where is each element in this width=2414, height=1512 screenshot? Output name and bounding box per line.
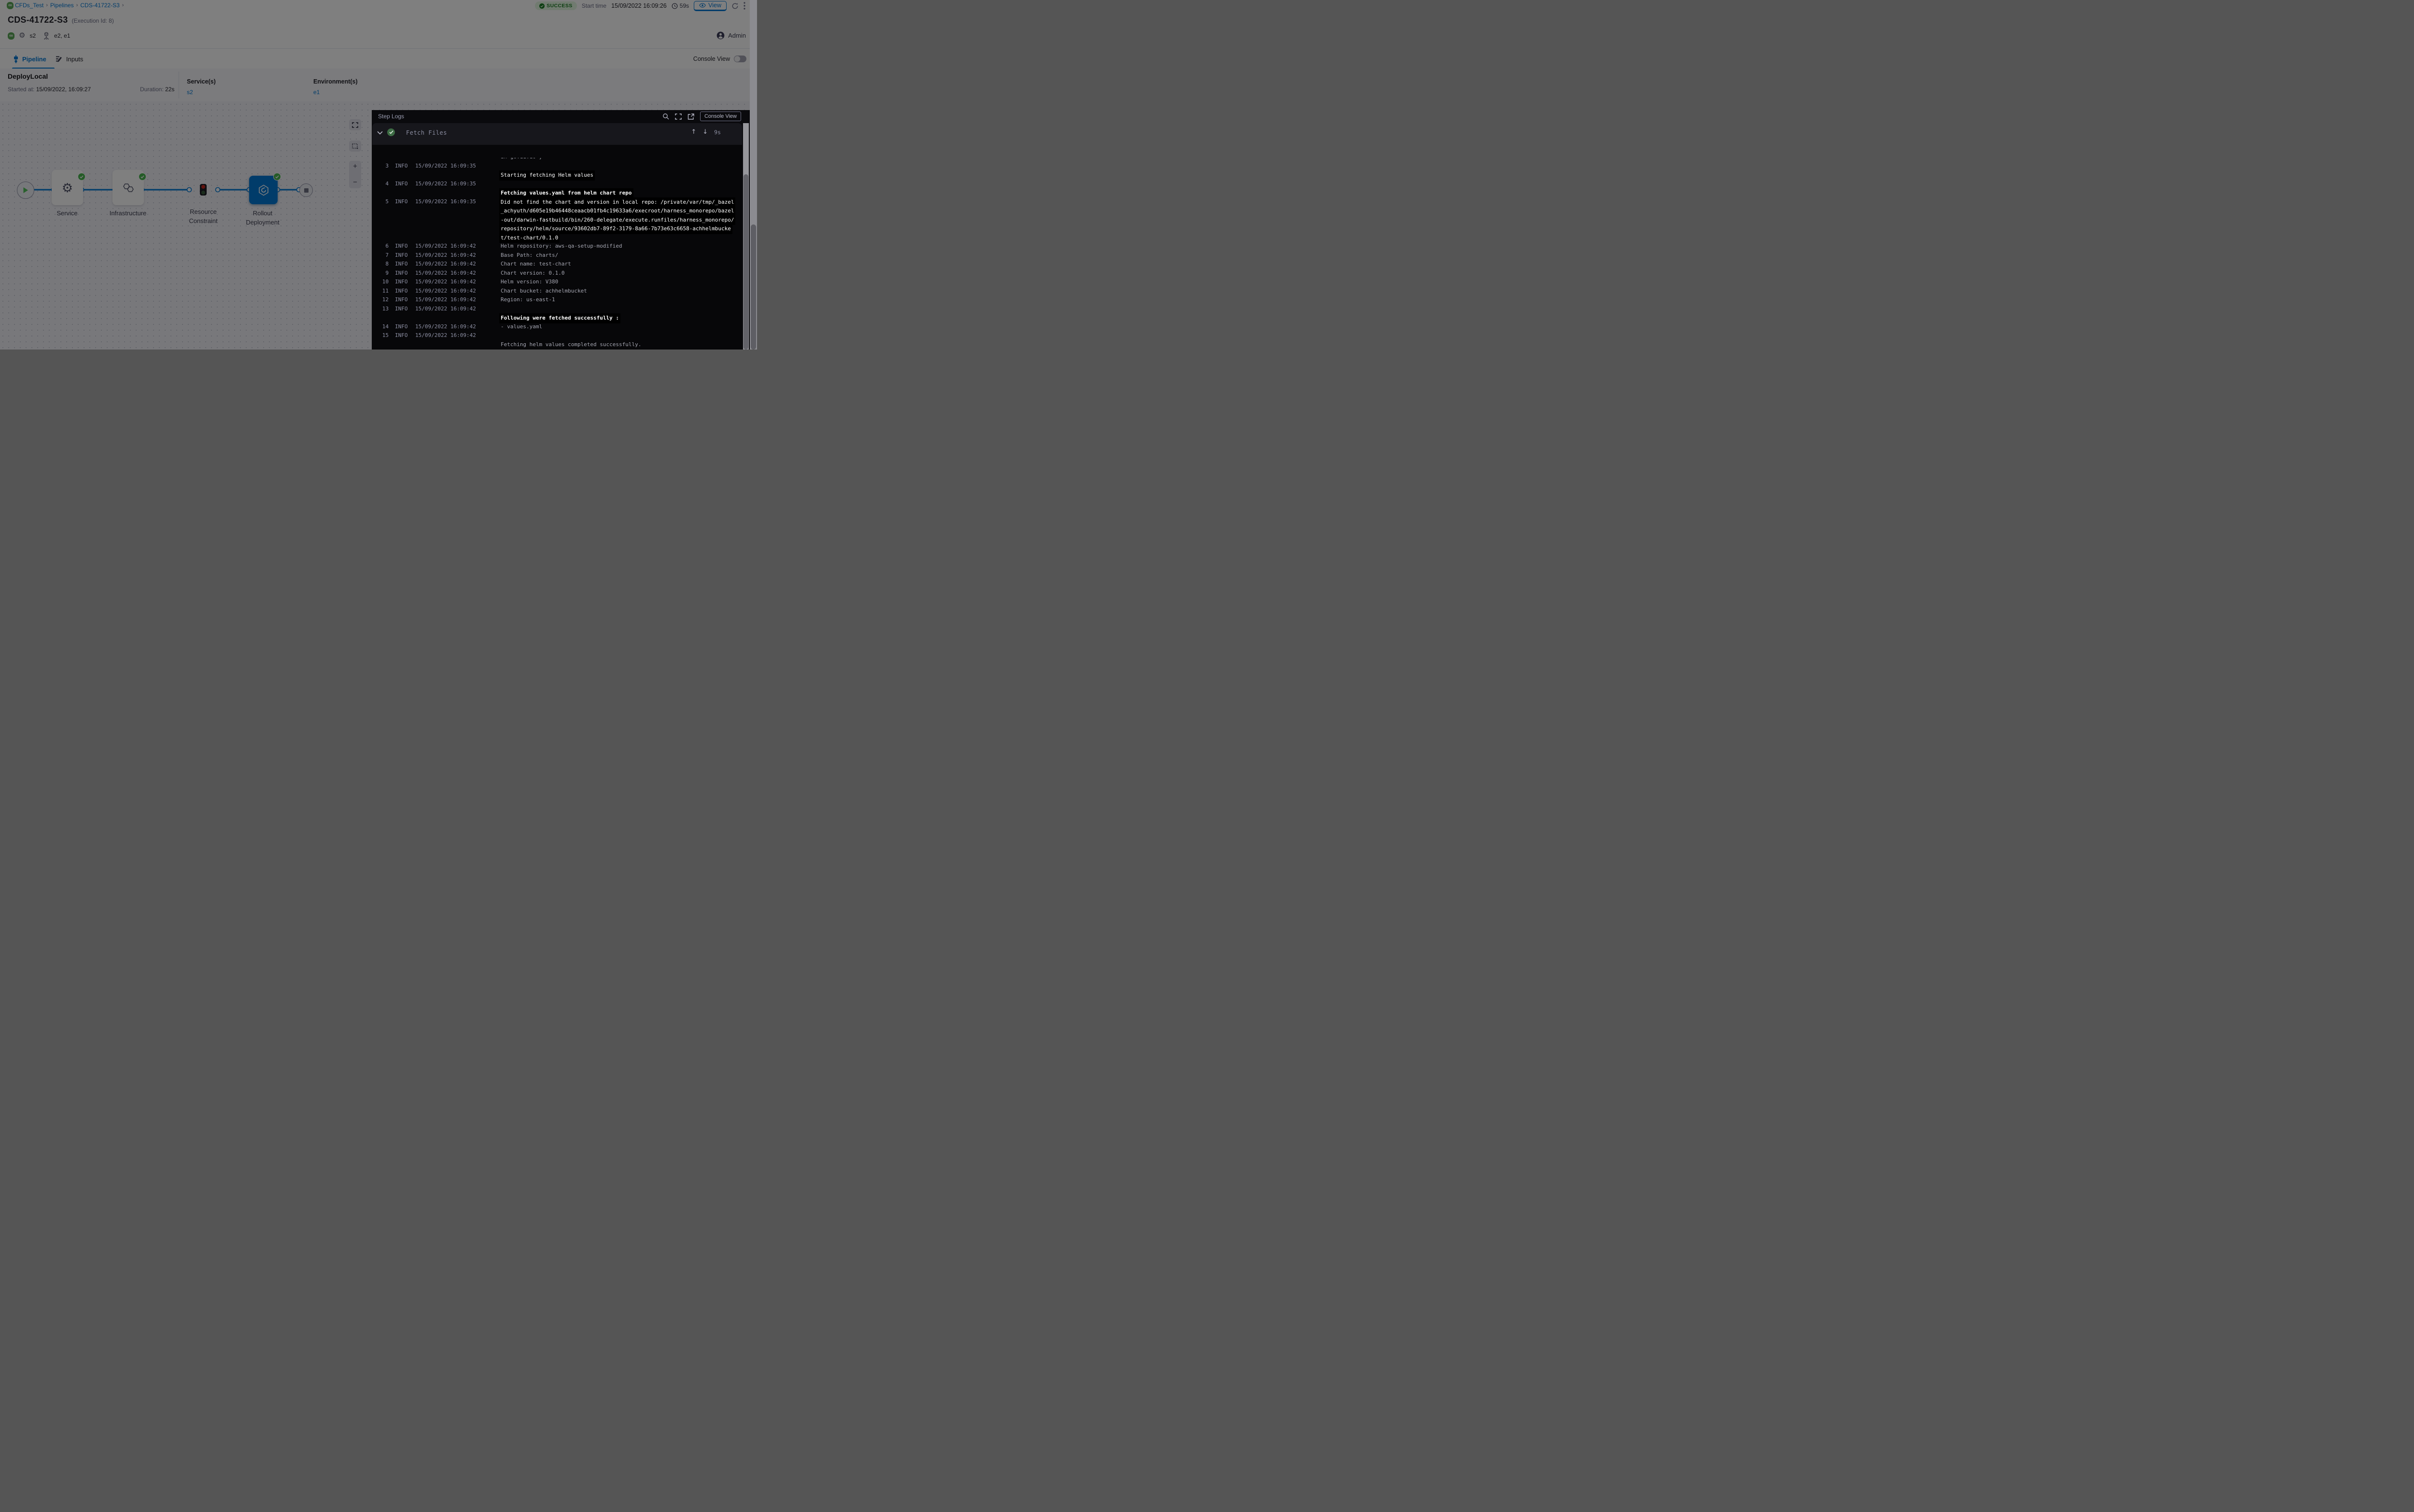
- log-row: 6INFO15/09/2022 16:09:42Helm repository:…: [372, 242, 742, 251]
- step-name: Fetch Files: [406, 129, 447, 136]
- log-row: repository/helm/source/93602db7-89f2-317…: [372, 224, 742, 233]
- log-row: 9INFO15/09/2022 16:09:42Chart version: 0…: [372, 269, 742, 278]
- log-row: 16INFO15/09/2022 16:09:42Done.: [372, 349, 742, 350]
- scroll-to-top-icon[interactable]: ↑: [691, 128, 696, 136]
- log-row: Fetching helm values completed successfu…: [372, 340, 742, 350]
- pipeline-execution-page: ∞ CFDs_Test › Pipelines › CDS-41722-S3 ›…: [0, 0, 757, 350]
- step-logs-header: Step Logs Console View: [372, 110, 750, 123]
- log-row: -out/darwin-fastbuild/bin/260-delegate/e…: [372, 215, 742, 224]
- log-row: 10INFO15/09/2022 16:09:42Helm version: V…: [372, 278, 742, 287]
- log-row: 13INFO15/09/2022 16:09:42: [372, 305, 742, 314]
- log-row: Following were fetched successfully :: [372, 313, 742, 322]
- fetch-files-controls: ↑ ↓ 9s: [691, 128, 721, 136]
- chevron-down-icon[interactable]: [377, 131, 383, 135]
- page-scrollbar-thumb[interactable]: [751, 224, 756, 350]
- step-duration: 9s: [714, 129, 721, 136]
- fetch-files-header[interactable]: Fetch Files ↑ ↓ 9s: [372, 123, 742, 145]
- log-row: 7INFO15/09/2022 16:09:42Base Path: chart…: [372, 251, 742, 260]
- log-row: 15INFO15/09/2022 16:09:42: [372, 331, 742, 340]
- log-lines[interactable]: in go:11:10 }3INFO15/09/2022 16:09:35Sta…: [372, 158, 742, 350]
- scroll-to-bottom-icon[interactable]: ↓: [702, 128, 708, 136]
- log-row: Starting fetching Helm values: [372, 170, 742, 180]
- search-icon[interactable]: [662, 113, 669, 120]
- log-row: 14INFO15/09/2022 16:09:42- values.yaml: [372, 322, 742, 332]
- log-row: _achyuth/d605e19b46448ceaacb01fb4c19633a…: [372, 206, 742, 215]
- log-row: 5INFO15/09/2022 16:09:35Did not find the…: [372, 197, 742, 207]
- console-view-button[interactable]: Console View: [700, 112, 741, 121]
- step-logs-panel: Step Logs Console View: [372, 110, 750, 350]
- step-logs-title: Step Logs: [378, 113, 404, 120]
- log-row: 4INFO15/09/2022 16:09:35: [372, 180, 742, 189]
- log-row: Fetching values.yaml from helm chart rep…: [372, 188, 742, 197]
- step-success-icon: [387, 128, 395, 136]
- open-in-new-icon[interactable]: [688, 113, 694, 120]
- step-logs-actions: Console View: [662, 112, 741, 121]
- log-row: 12INFO15/09/2022 16:09:42Region: us-east…: [372, 295, 742, 305]
- page-scrollbar[interactable]: [750, 0, 757, 350]
- log-scrollbar[interactable]: [743, 123, 749, 350]
- expand-icon[interactable]: [675, 113, 682, 120]
- log-row: 3INFO15/09/2022 16:09:35: [372, 162, 742, 171]
- fetch-files-section: Fetch Files ↑ ↓ 9s in go:11:10 }3INFO15/…: [372, 123, 742, 350]
- log-row: in go:11:10 }: [372, 158, 742, 162]
- log-row: t/test-chart/0.1.0: [372, 233, 742, 242]
- log-scrollbar-thumb[interactable]: [744, 174, 748, 350]
- log-row: 8INFO15/09/2022 16:09:42Chart name: test…: [372, 260, 742, 269]
- log-row: 11INFO15/09/2022 16:09:42Chart bucket: a…: [372, 287, 742, 296]
